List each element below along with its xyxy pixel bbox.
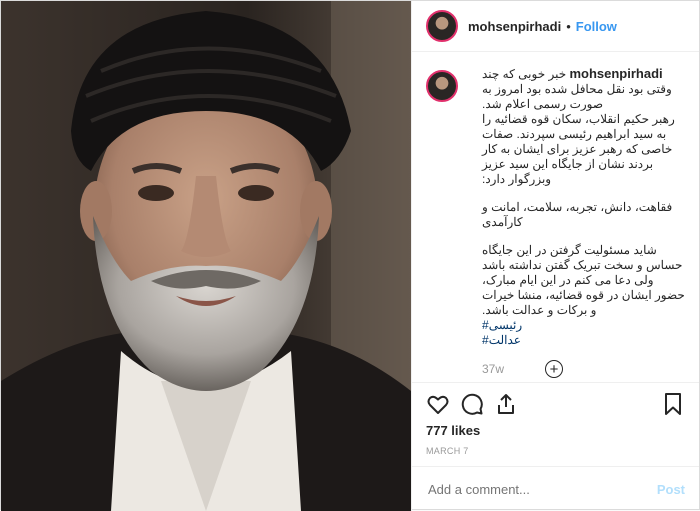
post-date: MARCH 7 [426,446,469,456]
comment-input[interactable] [426,480,657,498]
caption-text-4: شاید مسئولیت گرفتن در این جایگاه حساس و … [482,243,685,317]
share-icon[interactable] [492,390,520,418]
username-link[interactable]: mohsenpirhadi [468,19,561,34]
plus-circle-icon[interactable]: + [545,360,563,378]
caption-text-2: رهبر حکیم انقلاب، سکان قوه قضائیه را به … [482,112,675,186]
post-sidebar: mohsenpirhadi • Follow mohsenpirhadi خبر… [411,1,699,511]
portrait-image [1,1,411,511]
caption-text-3: فقاهت، دانش، تجربه، سلامت، امانت و کارآم… [482,200,673,229]
caption-gap [482,187,685,200]
comment-icon[interactable] [458,390,486,418]
heart-icon[interactable] [424,390,452,418]
post-age[interactable]: 37w [482,362,685,377]
post-photo[interactable] [1,1,411,511]
post-header: mohsenpirhadi • Follow [412,1,699,52]
comment-bar: Post [412,466,699,511]
hashtag-link[interactable]: #عدالت [482,333,685,348]
separator-dot: • [566,18,571,34]
follow-button[interactable]: Follow [576,19,617,34]
action-bar [424,385,687,423]
bookmark-icon[interactable] [659,390,687,418]
avatar[interactable] [426,10,458,42]
caption-avatar[interactable] [426,70,458,102]
hashtag-link[interactable]: #رئیسی [482,318,685,333]
instagram-post: mohsenpirhadi • Follow mohsenpirhadi خبر… [0,0,700,511]
post-comment-button[interactable]: Post [657,482,685,497]
caption-line-1: mohsenpirhadi خبر خوبی که چند وقتی بود ن… [482,66,685,112]
caption-body: mohsenpirhadi خبر خوبی که چند وقتی بود ن… [482,66,685,377]
caption-gap [482,230,685,243]
caption-username[interactable]: mohsenpirhadi [569,66,662,81]
caption-area: mohsenpirhadi خبر خوبی که چند وقتی بود ن… [412,52,699,383]
likes-count[interactable]: 777 likes [426,423,480,438]
